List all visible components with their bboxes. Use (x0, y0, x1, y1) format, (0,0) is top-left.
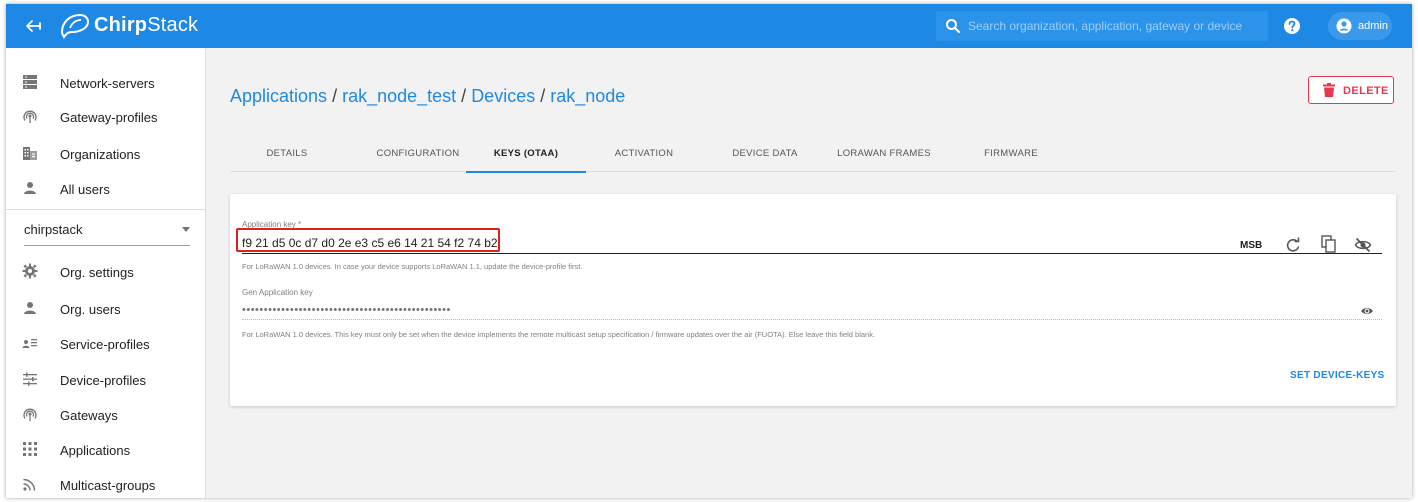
user-icon (24, 302, 36, 314)
sidebar-item-device-profiles[interactable]: Device-profiles (6, 363, 206, 397)
user-menu-button[interactable]: admin (1328, 12, 1392, 40)
top-bar: ChirpStack admin (6, 4, 1412, 48)
tab-label: LORAWAN FRAMES (837, 148, 931, 159)
sidebar-item-label: Gateway-profiles (60, 110, 158, 125)
sidebar-item-label: Applications (60, 443, 131, 458)
tab-keys-otaa[interactable]: KEYS (OTAA) (466, 136, 586, 173)
app-window: ChirpStack admin (6, 4, 1412, 498)
organization-select[interactable]: chirpstack (24, 208, 190, 246)
byte-order-toggle[interactable]: MSB (1240, 240, 1262, 251)
sidebar-item-all-users[interactable]: All users (6, 172, 206, 206)
sidebar-item-service-profiles[interactable]: Service-profiles (6, 327, 206, 361)
sidebar-item-gateway-profiles[interactable]: Gateway-profiles (6, 100, 206, 134)
visibility-off-icon[interactable] (1354, 236, 1372, 254)
sidebar-item-network-servers[interactable]: Network-servers (6, 66, 206, 100)
app-key-helper-text: For LoRaWAN 1.0 devices. In case your de… (242, 262, 583, 271)
sidebar-item-org-users[interactable]: Org. users (6, 292, 206, 326)
sidebar-item-multicast-groups[interactable]: Multicast-groups (6, 468, 206, 498)
tab-firmware[interactable]: FIRMWARE (958, 136, 1064, 172)
sidebar-item-label: Device-profiles (60, 373, 146, 388)
brand-bold: Chirp (94, 14, 148, 36)
tab-activation[interactable]: ACTIVATION (588, 136, 700, 172)
tab-label: KEYS (OTAA) (493, 148, 559, 159)
select-underline (24, 245, 190, 246)
gen-key-label: Gen Application key (242, 288, 313, 297)
sidebar: Network-servers Gateway-profiles Organiz… (6, 48, 206, 498)
collapse-menu-icon[interactable] (22, 15, 44, 37)
visibility-icon[interactable] (1360, 304, 1374, 318)
tab-configuration[interactable]: CONFIGURATION (358, 136, 478, 172)
organization-icon (23, 147, 37, 160)
tab-label: DEVICE DATA (732, 148, 798, 159)
search-icon (946, 19, 961, 34)
gateway-icon (23, 408, 37, 421)
sidebar-item-label: All users (60, 182, 110, 197)
rss-icon (23, 478, 36, 491)
tab-lorawan-frames[interactable]: LORAWAN FRAMES (822, 136, 946, 172)
sidebar-item-label: Network-servers (60, 76, 155, 91)
sidebar-item-label: Org. settings (60, 265, 134, 280)
device-profile-icon (23, 372, 37, 386)
delete-button[interactable]: DELETE (1308, 76, 1394, 104)
help-icon[interactable] (1283, 17, 1301, 35)
breadcrumb-device: rak_node (550, 86, 626, 106)
gen-key-helper-text: For LoRaWAN 1.0 devices. This key must o… (242, 330, 876, 339)
sidebar-item-label: Org. users (60, 302, 121, 317)
tab-label: DETAILS (266, 148, 308, 159)
search-box[interactable] (936, 11, 1268, 41)
set-device-keys-button[interactable]: SET DEVICE-KEYS (1290, 370, 1385, 381)
chirpstack-logo-icon (60, 13, 90, 39)
copy-icon[interactable] (1320, 235, 1338, 253)
account-circle-icon (1336, 18, 1352, 34)
sidebar-item-label: Organizations (60, 147, 141, 162)
tab-bar: DETAILS CONFIGURATION KEYS (OTAA) ACTIVA… (230, 136, 1396, 173)
tab-label: ACTIVATION (614, 148, 674, 159)
tab-label: FIRMWARE (984, 148, 1038, 159)
server-icon (23, 75, 37, 89)
sidebar-item-organizations[interactable]: Organizations (6, 137, 206, 171)
refresh-icon[interactable] (1284, 236, 1302, 254)
gen-app-key-input[interactable] (242, 300, 1382, 320)
brand-name[interactable]: ChirpStack (94, 14, 198, 37)
gateway-profile-icon (23, 110, 37, 123)
sidebar-item-gateways[interactable]: Gateways (6, 398, 206, 432)
sidebar-item-label: Multicast-groups (60, 478, 156, 493)
breadcrumb-devices[interactable]: Devices (471, 86, 535, 106)
breadcrumb-applications[interactable]: Applications (230, 86, 327, 106)
tab-device-data[interactable]: DEVICE DATA (708, 136, 822, 172)
sidebar-item-label: Service-profiles (60, 337, 150, 352)
tab-label: CONFIGURATION (376, 148, 460, 159)
chevron-down-icon (182, 227, 190, 232)
settings-icon (22, 263, 38, 279)
app-key-input[interactable] (242, 232, 1382, 254)
device-keys-card: Application key * MSB For LoRaWAN 1.0 de… (230, 194, 1396, 406)
sidebar-item-label: Gateways (60, 408, 118, 423)
trash-icon (1323, 83, 1335, 97)
brand-light: Stack (147, 14, 199, 36)
sidebar-item-org-settings[interactable]: Org. settings (6, 255, 206, 289)
user-icon (24, 182, 36, 194)
user-name: admin (1358, 20, 1388, 32)
breadcrumb-separator: / (540, 86, 546, 106)
app-key-label: Application key * (242, 220, 302, 229)
service-profile-icon (22, 339, 37, 348)
search-input[interactable] (968, 11, 1262, 41)
breadcrumb-separator: / (332, 86, 338, 106)
breadcrumb: Applications / rak_node_test / Devices / rak_n… (230, 86, 625, 107)
breadcrumb-application[interactable]: rak_node_test (342, 86, 456, 106)
delete-label: DELETE (1343, 85, 1389, 97)
tab-details[interactable]: DETAILS (230, 136, 344, 172)
breadcrumb-separator: / (461, 86, 467, 106)
organization-value: chirpstack (24, 222, 83, 237)
apps-icon (23, 442, 37, 456)
sidebar-item-applications[interactable]: Applications (6, 433, 206, 467)
